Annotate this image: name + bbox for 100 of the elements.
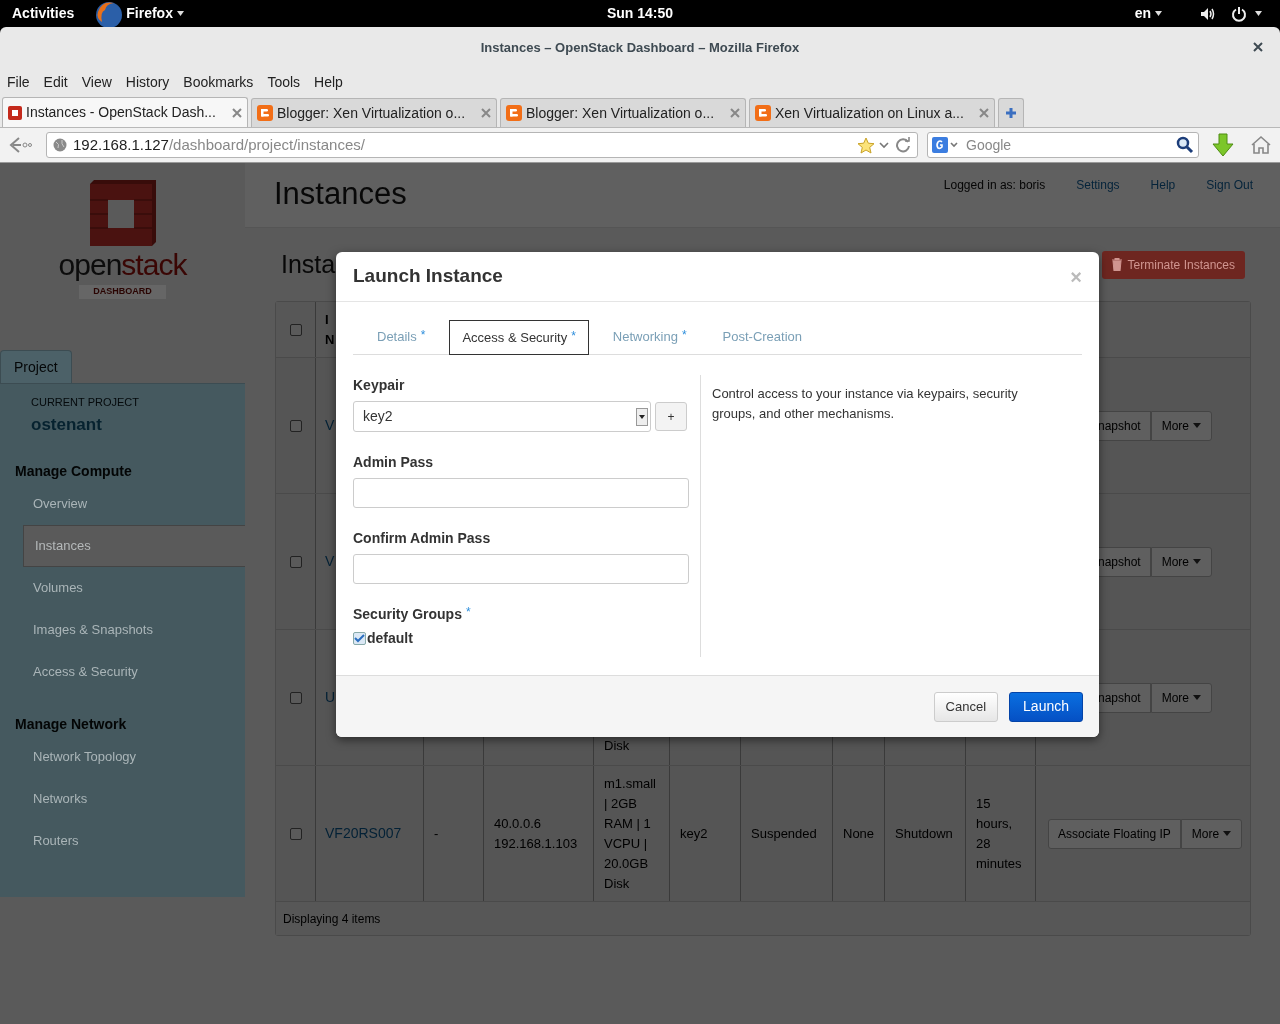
required-mark: * <box>465 604 471 621</box>
project-tab[interactable]: Project <box>0 350 72 383</box>
project-name[interactable]: ostenant <box>31 411 245 437</box>
sidebar-item[interactable]: Instances <box>23 525 245 567</box>
header-link[interactable]: Help <box>1150 176 1176 194</box>
add-button[interactable]: + <box>655 402 687 431</box>
browser-icon <box>94 0 125 27</box>
power-icon[interactable] <box>1231 5 1247 22</box>
sidebar-item[interactable]: Network Topology <box>23 736 245 778</box>
back-icon[interactable] <box>8 136 32 154</box>
sidebar-item[interactable]: Routers <box>23 820 245 862</box>
caret-icon <box>1193 695 1202 700</box>
dialog-tab[interactable]: Networking * <box>600 319 699 354</box>
trash-icon <box>1111 258 1122 271</box>
action-button[interactable]: Associate Floating IP <box>1048 818 1181 849</box>
password-field[interactable] <box>353 478 689 508</box>
sidebar-item[interactable]: Networks <box>23 778 245 820</box>
new-tab-button[interactable] <box>998 98 1024 127</box>
caret-icon <box>176 11 184 16</box>
project-label: CURRENT PROJECT <box>31 395 140 410</box>
sidebar-item[interactable]: Images & Snapshots <box>23 609 245 651</box>
field-label: Confirm Admin Pass <box>353 528 491 548</box>
menu-item[interactable]: Edit <box>43 71 68 93</box>
action-button[interactable]: napshot <box>1098 682 1151 713</box>
dropdown-icon[interactable] <box>879 141 889 149</box>
login-status: Logged in as: boris <box>943 177 1046 194</box>
home-icon[interactable] <box>1250 135 1272 155</box>
dialog-tab[interactable]: Access & Security * <box>449 320 589 355</box>
dialog-tab[interactable]: Post-Creation <box>710 319 815 354</box>
browser-tab[interactable]: Blogger: Xen Virtualization o... <box>500 98 746 127</box>
action-button[interactable]: napshot <box>1098 546 1151 577</box>
sidebar-item[interactable]: Access & Security <box>23 651 245 693</box>
panel-title: Insta <box>281 248 336 280</box>
table-cell-text: 40.0.0.6 192.168.1.103 <box>494 814 579 853</box>
caret-icon <box>1193 423 1202 428</box>
close-icon[interactable] <box>232 107 242 118</box>
clock[interactable]: Sun 14:50 <box>606 3 674 24</box>
action-button[interactable]: More <box>1150 410 1213 441</box>
search-bar[interactable]: Google <box>927 132 1199 158</box>
cancel-button[interactable]: Cancel <box>933 691 999 722</box>
download-icon[interactable] <box>1212 133 1234 157</box>
column-header[interactable]: I N <box>325 309 335 350</box>
browser-tab[interactable]: Xen Virtualization on Linux a... <box>749 98 995 127</box>
app-menu[interactable]: Firefox <box>126 3 184 24</box>
close-icon[interactable] <box>1253 42 1263 52</box>
password-field[interactable] <box>353 554 689 584</box>
search-field[interactable]: Google <box>966 134 1176 156</box>
activities-button[interactable]: Activities <box>12 3 75 24</box>
search-icon[interactable] <box>1176 136 1194 154</box>
menu-item[interactable]: History <box>125 71 170 93</box>
letter-favicon-icon <box>257 105 273 121</box>
menu-item[interactable]: File <box>7 71 30 93</box>
menu-item[interactable]: Tools <box>267 71 301 93</box>
action-button[interactable]: napshot <box>1098 410 1151 441</box>
letter-favicon-icon <box>755 105 771 121</box>
terminate-button[interactable]: Terminate Instances <box>1101 250 1245 279</box>
window-title: Instances – OpenStack Dashboard – Mozilla Firefox <box>480 38 800 57</box>
language-menu[interactable]: en <box>1134 3 1162 24</box>
action-button[interactable]: More <box>1180 818 1243 849</box>
menu-item[interactable]: Bookmarks <box>183 71 254 93</box>
section-heading: Manage Compute <box>15 462 133 481</box>
browser-tab[interactable]: Instances - OpenStack Dash... <box>2 97 248 127</box>
launch-button[interactable]: Launch <box>1009 691 1083 722</box>
letter-favicon-icon <box>506 105 522 121</box>
table-cell-text: 15 hours, 28 minutes <box>976 794 1023 873</box>
menu-item[interactable]: View <box>81 71 112 93</box>
page-title: Instances <box>274 175 407 213</box>
checkbox-label[interactable]: default <box>367 628 413 649</box>
address-field[interactable]: 192.168.1.127/dashboard/project/instances/ <box>46 132 918 158</box>
caret-icon <box>1155 11 1162 16</box>
instance-link[interactable]: VF20RS007 <box>325 823 402 844</box>
field-label: Admin Pass <box>353 452 434 472</box>
instance-link[interactable]: U <box>325 687 336 708</box>
menu-item[interactable]: Help <box>314 71 343 93</box>
reload-icon[interactable] <box>895 137 911 153</box>
volume-icon[interactable] <box>1200 6 1216 21</box>
instance-link[interactable]: V <box>325 415 335 436</box>
sidebar-item[interactable]: Volumes <box>23 567 245 609</box>
checkbox[interactable] <box>289 691 302 704</box>
header-link[interactable]: Sign Out <box>1206 176 1253 194</box>
sidebar-item[interactable]: Overview <box>23 483 245 525</box>
table-footer-text: Displaying 4 items <box>283 910 381 928</box>
checkbox[interactable] <box>289 827 302 840</box>
star-icon[interactable] <box>857 136 875 154</box>
checkbox[interactable] <box>289 323 302 336</box>
header-link[interactable]: Settings <box>1076 176 1120 194</box>
close-button[interactable]: × <box>1070 266 1082 287</box>
caret-icon[interactable] <box>1255 11 1262 16</box>
field-label: Security Groups <box>353 604 462 624</box>
keypair-select[interactable]: key2 <box>353 401 651 432</box>
checkbox[interactable] <box>353 632 366 645</box>
instance-link[interactable]: V <box>325 551 335 572</box>
checkbox[interactable] <box>289 419 302 432</box>
browser-tab[interactable]: Blogger: Xen Virtualization o... <box>251 98 497 127</box>
action-button[interactable]: More <box>1150 546 1213 577</box>
dialog-tab[interactable]: Details * <box>365 319 438 354</box>
plus-icon <box>1005 107 1017 119</box>
action-button[interactable]: More <box>1150 682 1213 713</box>
search-engine-icon[interactable] <box>932 137 960 153</box>
checkbox[interactable] <box>289 555 302 568</box>
